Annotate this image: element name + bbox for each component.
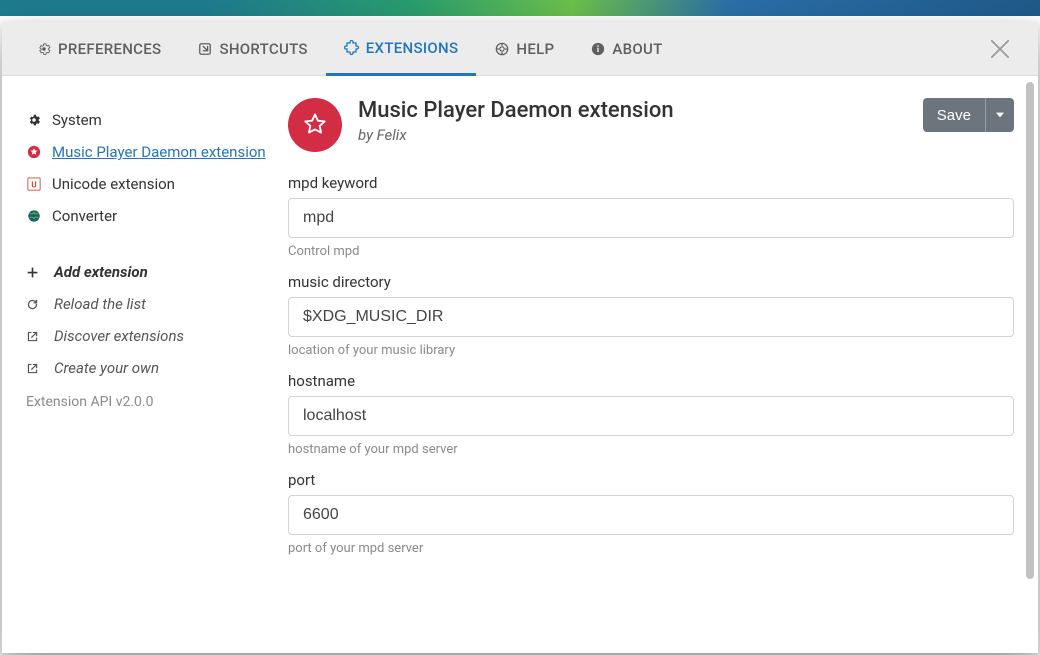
api-version-text: Extension API v2.0.0 — [26, 384, 270, 420]
field-help: hostname of your mpd server — [288, 442, 1014, 457]
gear-icon — [36, 41, 52, 57]
gear-icon — [26, 112, 42, 128]
sidebar-actions: Add extension Reload the list Discover e… — [26, 256, 270, 420]
field-label: mpd keyword — [288, 174, 1014, 192]
plus-icon — [26, 266, 42, 279]
puzzle-icon — [344, 40, 360, 56]
reload-icon — [26, 298, 42, 311]
create-your-own-button[interactable]: Create your own — [26, 352, 270, 384]
sidebar: System Music Player Daemon extension U U… — [2, 76, 288, 653]
tab-label: EXTENSIONS — [366, 39, 459, 57]
extension-title: Music Player Daemon extension — [358, 98, 907, 124]
info-icon — [590, 41, 606, 57]
preferences-window: PREFERENCES SHORTCUTS EXTENSIONS HELP — [0, 0, 1040, 655]
sidebar-item-mpd[interactable]: Music Player Daemon extension — [26, 136, 270, 168]
svg-text:U: U — [31, 181, 36, 190]
action-label: Add extension — [54, 263, 148, 281]
tab-about[interactable]: ABOUT — [572, 24, 680, 74]
help-icon — [494, 41, 510, 57]
field-hostname: hostname hostname of your mpd server — [288, 372, 1014, 457]
save-label: Save — [923, 107, 985, 124]
field-mpd-keyword: mpd keyword Control mpd — [288, 174, 1014, 259]
sidebar-item-label: System — [52, 111, 102, 129]
panel: PREFERENCES SHORTCUTS EXTENSIONS HELP — [2, 22, 1038, 653]
main-panel: Music Player Daemon extension by Felix S… — [288, 76, 1038, 653]
extension-author: by Felix — [358, 126, 907, 144]
tabbar: PREFERENCES SHORTCUTS EXTENSIONS HELP — [2, 22, 1038, 76]
sidebar-item-label: Unicode extension — [52, 175, 175, 193]
field-label: hostname — [288, 372, 1014, 390]
unicode-icon: U — [26, 176, 42, 192]
save-dropdown-caret[interactable] — [985, 98, 1014, 132]
discover-extensions-button[interactable]: Discover extensions — [26, 320, 270, 352]
tab-label: HELP — [516, 40, 554, 58]
external-link-icon — [26, 330, 42, 343]
field-help: Control mpd — [288, 244, 1014, 259]
reload-list-button[interactable]: Reload the list — [26, 288, 270, 320]
body: System Music Player Daemon extension U U… — [2, 76, 1038, 653]
field-music-directory: music directory location of your music l… — [288, 273, 1014, 358]
shortcut-icon — [197, 41, 213, 57]
extension-titles: Music Player Daemon extension by Felix — [358, 98, 907, 144]
sidebar-item-label: Music Player Daemon extension — [52, 143, 266, 161]
tab-label: PREFERENCES — [58, 40, 161, 58]
mpd-keyword-input[interactable] — [288, 198, 1014, 238]
tab-label: ABOUT — [612, 40, 662, 58]
save-button[interactable]: Save — [923, 98, 1014, 132]
field-label: port — [288, 471, 1014, 489]
sidebar-item-label: Converter — [52, 207, 117, 225]
tab-extensions[interactable]: EXTENSIONS — [326, 23, 477, 76]
scrollbar[interactable] — [1026, 82, 1034, 647]
action-label: Discover extensions — [54, 327, 184, 345]
close-button[interactable] — [986, 35, 1014, 63]
tab-preferences[interactable]: PREFERENCES — [18, 24, 179, 74]
field-port: port port of your mpd server — [288, 471, 1014, 556]
extension-avatar — [288, 98, 342, 152]
port-input[interactable] — [288, 495, 1014, 535]
extension-header: Music Player Daemon extension by Felix S… — [288, 98, 1014, 152]
music-directory-input[interactable] — [288, 297, 1014, 337]
window-accent-bar — [0, 0, 1040, 22]
action-label: Reload the list — [54, 295, 146, 313]
sidebar-item-unicode[interactable]: U Unicode extension — [26, 168, 270, 200]
scrollbar-thumb[interactable] — [1026, 82, 1034, 579]
sidebar-item-converter[interactable]: Converter — [26, 200, 270, 232]
globe-icon — [26, 208, 42, 224]
hostname-input[interactable] — [288, 396, 1014, 436]
tab-shortcuts[interactable]: SHORTCUTS — [179, 24, 325, 74]
action-label: Create your own — [54, 359, 159, 377]
tab-help[interactable]: HELP — [476, 24, 572, 74]
content-wrap: PREFERENCES SHORTCUTS EXTENSIONS HELP — [0, 22, 1040, 655]
star-icon — [26, 144, 42, 160]
sidebar-item-system[interactable]: System — [26, 104, 270, 136]
field-label: music directory — [288, 273, 1014, 291]
external-link-icon — [26, 362, 42, 375]
add-extension-button[interactable]: Add extension — [26, 256, 270, 288]
field-help: port of your mpd server — [288, 541, 1014, 556]
extensions-list: System Music Player Daemon extension U U… — [26, 104, 270, 232]
field-help: location of your music library — [288, 343, 1014, 358]
tab-label: SHORTCUTS — [219, 40, 307, 58]
